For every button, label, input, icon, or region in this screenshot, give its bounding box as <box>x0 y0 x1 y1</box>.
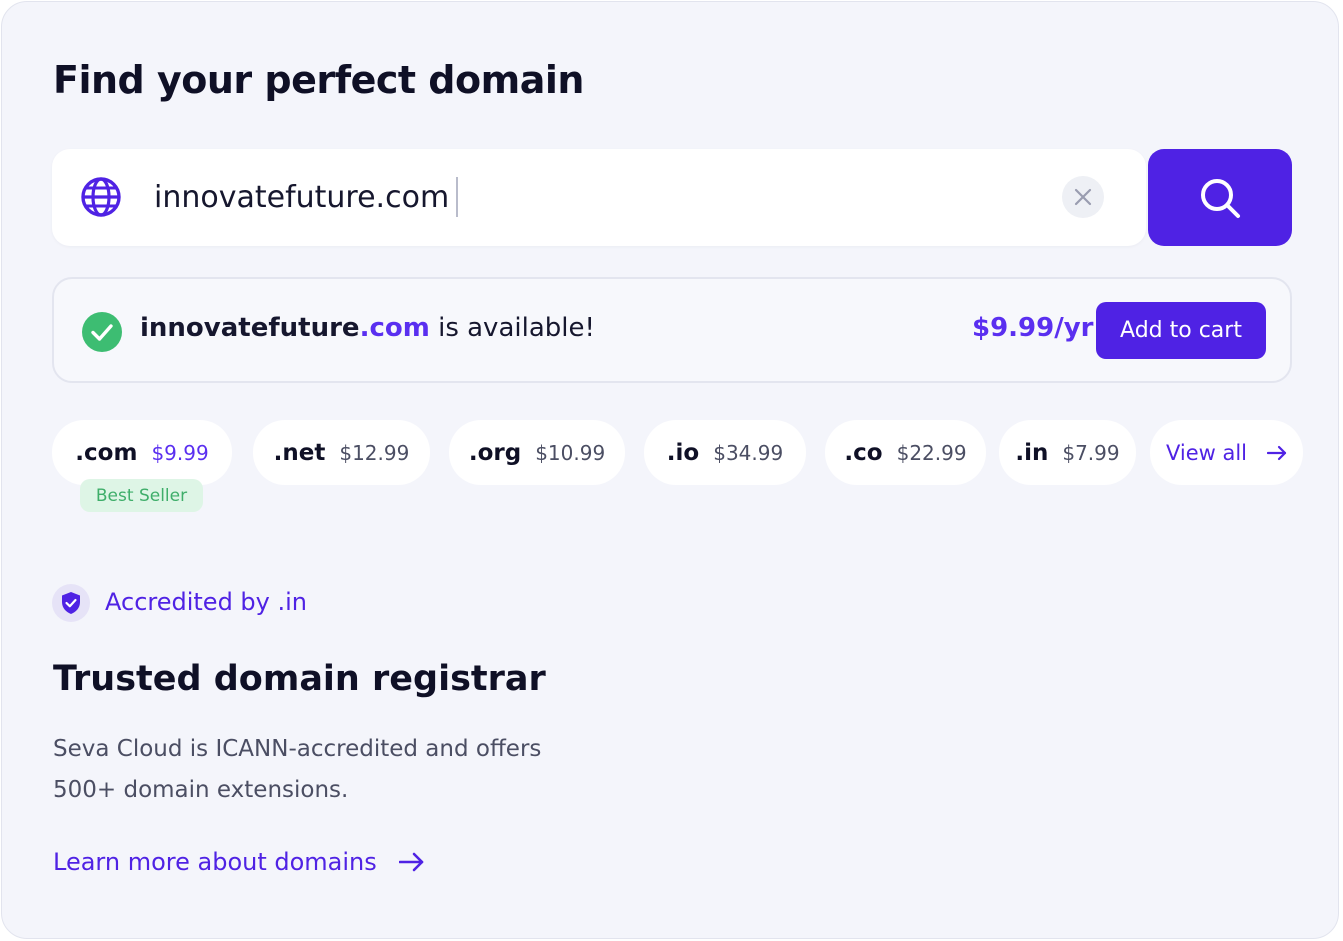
tld-pill-in[interactable]: .in $7.99 <box>999 420 1136 485</box>
tld-pill-net[interactable]: .net $12.99 <box>253 420 430 485</box>
tld-pill-com[interactable]: .com $9.99 <box>52 420 232 485</box>
search-box <box>52 149 1146 246</box>
search-input[interactable] <box>154 171 1014 223</box>
shield-badge <box>52 584 90 622</box>
tld-ext: .org <box>468 439 522 466</box>
page-title: Find your perfect domain <box>53 58 584 102</box>
learn-more-link[interactable]: Learn more about domains <box>53 844 425 880</box>
tld-ext: .io <box>666 439 700 466</box>
globe-icon <box>81 177 121 217</box>
section-title: Trusted domain registrar <box>53 659 546 699</box>
tld-pill-io[interactable]: .io $34.99 <box>644 420 806 485</box>
tld-price: $12.99 <box>339 440 410 465</box>
text-caret <box>456 177 458 217</box>
clear-search-button[interactable] <box>1062 176 1104 218</box>
tld-ext: .in <box>1015 439 1049 466</box>
tld-pill-org[interactable]: .org $10.99 <box>449 420 625 485</box>
domain-price: $9.99/yr <box>972 313 1094 343</box>
description-line-1: Seva Cloud is ICANN-accredited and offer… <box>53 736 542 762</box>
tld-price: $10.99 <box>535 440 606 465</box>
accreditation-label: Accredited by .in <box>105 588 308 616</box>
domain-search-card: Find your perfect domain innovatefuture.… <box>1 1 1339 939</box>
arrow-right-icon <box>1267 445 1287 460</box>
availability-result: innovatefuture.com is available! $9.99/y… <box>52 277 1292 383</box>
search-icon <box>1201 178 1240 218</box>
domain-tld: .com <box>359 313 430 343</box>
best-seller-badge: Best Seller <box>80 479 203 512</box>
add-to-cart-button[interactable]: Add to cart <box>1096 302 1266 359</box>
tld-price: $7.99 <box>1062 440 1120 465</box>
tld-price: $34.99 <box>713 440 784 465</box>
tld-ext: .co <box>844 439 883 466</box>
search-button[interactable] <box>1148 149 1292 246</box>
check-circle-icon <box>82 312 122 352</box>
tld-ext: .com <box>75 439 138 466</box>
description-line-2: 500+ domain extensions. <box>53 777 349 803</box>
view-all-label: View all <box>1165 440 1248 465</box>
tld-pill-co[interactable]: .co $22.99 <box>825 420 986 485</box>
arrow-right-icon <box>398 852 424 872</box>
tld-price: $9.99 <box>151 440 209 465</box>
tld-ext: .net <box>273 439 326 466</box>
tld-price: $22.99 <box>896 440 967 465</box>
shield-check-icon <box>62 592 80 614</box>
availability-message: innovatefuture.com is available! <box>140 313 595 343</box>
view-all-button[interactable]: View all <box>1150 420 1303 485</box>
trust-description: Seva Cloud is ICANN-accredited and offer… <box>53 729 613 811</box>
close-icon <box>1074 188 1092 206</box>
domain-name: innovatefuture <box>140 313 360 343</box>
availability-status: is available! <box>438 313 595 343</box>
learn-more-label: Learn more about domains <box>53 848 377 876</box>
